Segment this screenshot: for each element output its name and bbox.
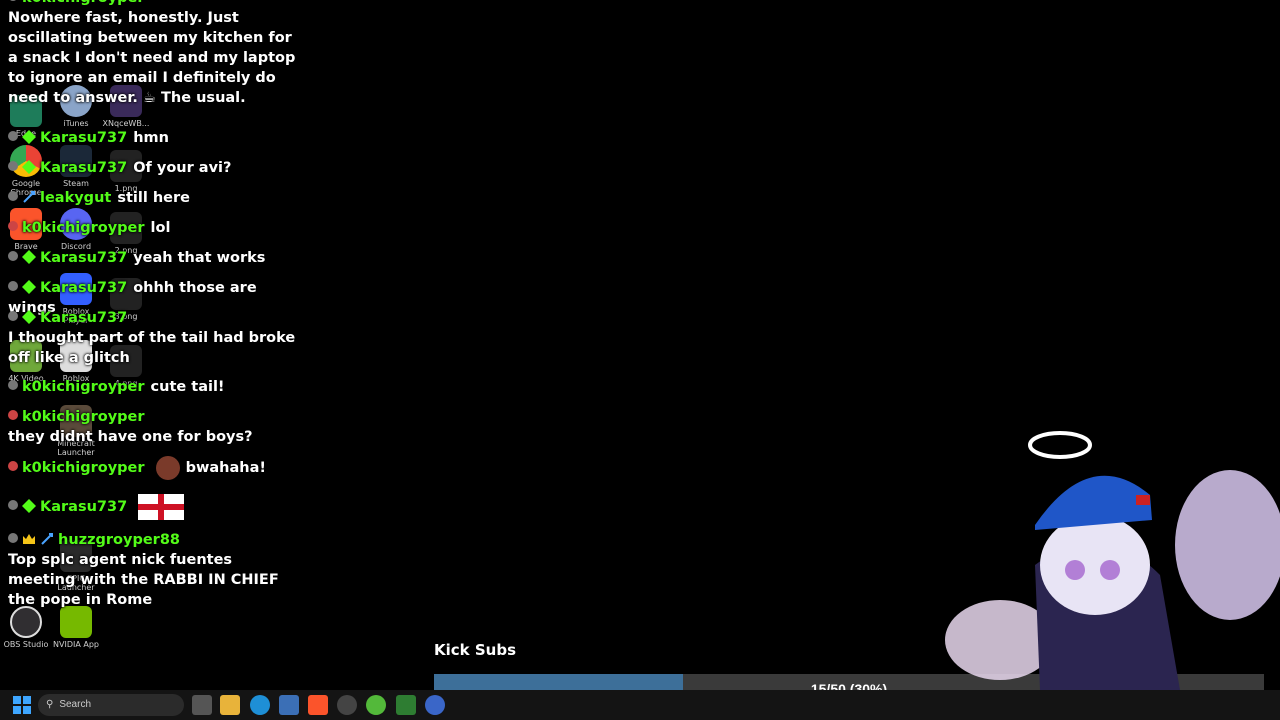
avatar xyxy=(8,251,18,261)
file-explorer-icon[interactable] xyxy=(220,695,240,715)
avatar-head xyxy=(1040,515,1150,615)
sub-badge-icon xyxy=(22,130,36,144)
sub-badge-icon xyxy=(22,280,36,294)
chat-message: Karasu737 xyxy=(8,494,185,520)
brave-taskbar-icon[interactable] xyxy=(308,695,328,715)
sub-badge-icon xyxy=(22,499,36,513)
sub-badge-icon xyxy=(22,250,36,264)
vtuber-avatar xyxy=(945,431,1280,690)
avatar xyxy=(8,461,18,471)
chat-message: k0kichigroyper lol xyxy=(8,218,170,238)
app-taskbar-icon[interactable] xyxy=(366,695,386,715)
chat-message: k0kichigroyper they didnt have one for b… xyxy=(8,409,253,445)
sword-badge-icon xyxy=(41,533,53,545)
taskbar: ⚲ Search xyxy=(0,690,1280,720)
obs-studio-icon[interactable]: OBS Studio xyxy=(0,606,52,649)
sub-badge-icon xyxy=(22,160,36,174)
avatar xyxy=(8,281,18,291)
task-view-icon[interactable] xyxy=(192,695,212,715)
wing-right xyxy=(1175,470,1280,620)
sub-badge-icon xyxy=(22,310,36,324)
chat-message: huzzgroyper88 Top splc agent nick fuente… xyxy=(8,532,279,608)
cap-icon xyxy=(1035,475,1152,530)
chat-message: Karasu737 Of your avi? xyxy=(8,158,231,178)
avatar-eye xyxy=(1100,560,1120,580)
avatar xyxy=(8,500,18,510)
crown-badge-icon xyxy=(23,534,35,544)
chat-message: k0kichigroyper cute tail! xyxy=(8,377,225,397)
england-flag-emote-icon xyxy=(138,494,185,520)
subs-goal-title: Kick Subs xyxy=(434,641,517,659)
app-taskbar-icon[interactable] xyxy=(337,695,357,715)
chat-message: leakygut still here xyxy=(8,188,190,208)
chat-message: k0kichigroyper bwahaha! xyxy=(8,456,266,480)
halo-icon xyxy=(1028,431,1092,459)
nvidia-app-icon[interactable]: NVIDIA App xyxy=(50,606,102,649)
avatar xyxy=(8,191,18,201)
avatar xyxy=(8,131,18,141)
edge-taskbar-icon[interactable] xyxy=(250,695,270,715)
search-icon: ⚲ xyxy=(46,699,54,710)
avatar xyxy=(8,0,18,1)
avatar xyxy=(8,221,18,231)
flag-patch-icon xyxy=(1136,495,1150,505)
laughing-emote-icon xyxy=(155,456,180,480)
windows-start-icon[interactable] xyxy=(12,695,32,715)
chat-message: Karasu737 I thought part of the tail had… xyxy=(8,310,296,366)
avatar xyxy=(8,410,18,420)
chat-message: k0kichigroyper Nowhere fast, honestly. J… xyxy=(8,0,304,108)
chat-message: Karasu737 hmn xyxy=(8,128,169,148)
avatar xyxy=(8,533,18,543)
app-taskbar-icon[interactable] xyxy=(425,695,445,715)
avatar xyxy=(8,311,18,321)
avatar xyxy=(8,161,18,171)
avatar-eye xyxy=(1065,560,1085,580)
sword-badge-icon xyxy=(23,191,35,203)
taskbar-search[interactable]: ⚲ Search xyxy=(38,694,184,716)
avatar xyxy=(8,380,18,390)
app-taskbar-icon[interactable] xyxy=(396,695,416,715)
chat-message: Karasu737 yeah that works xyxy=(8,248,265,268)
store-icon[interactable] xyxy=(279,695,299,715)
